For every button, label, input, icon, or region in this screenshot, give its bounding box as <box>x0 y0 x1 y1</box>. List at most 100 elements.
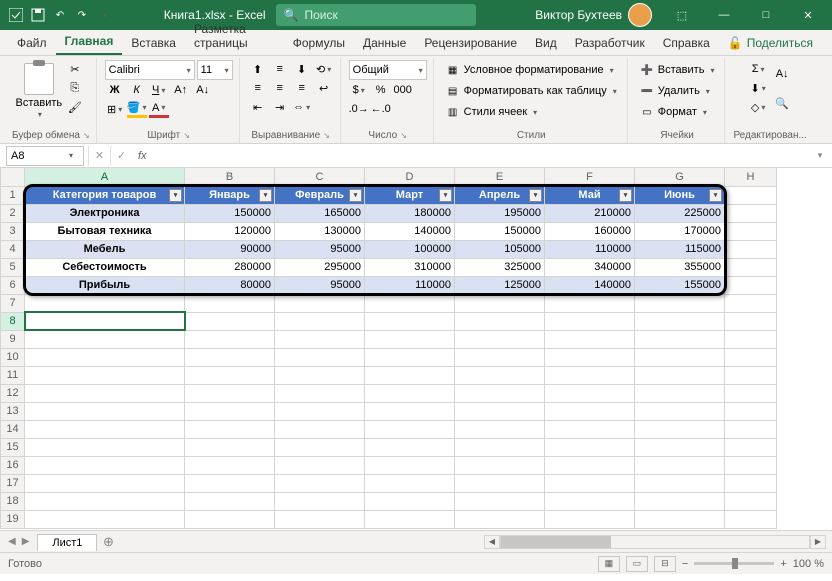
enter-formula-button[interactable]: ✓ <box>110 146 132 166</box>
row-header-7[interactable]: 7 <box>1 294 25 312</box>
row-header-12[interactable]: 12 <box>1 384 25 402</box>
font-size-combo[interactable]: ▾ <box>197 60 233 80</box>
cell-G3[interactable]: 170000 <box>635 222 725 240</box>
cell-F13[interactable] <box>545 402 635 420</box>
user-account[interactable]: Виктор Бухтеев <box>527 3 660 27</box>
bold-button[interactable]: Ж <box>105 81 125 99</box>
cell-B5[interactable]: 280000 <box>185 258 275 276</box>
cell-E9[interactable] <box>455 330 545 348</box>
sheet-tab-1[interactable]: Лист1 <box>37 534 97 551</box>
column-header-C[interactable]: C <box>275 168 365 186</box>
cell-F2[interactable]: 210000 <box>545 204 635 222</box>
tab-home[interactable]: Главная <box>56 30 123 55</box>
cell-D12[interactable] <box>365 384 455 402</box>
cell-B3[interactable]: 120000 <box>185 222 275 240</box>
cell-G18[interactable] <box>635 492 725 510</box>
cell-C13[interactable] <box>275 402 365 420</box>
normal-view-button[interactable]: ▦ <box>598 556 620 572</box>
row-header-17[interactable]: 17 <box>1 474 25 492</box>
minimize-button[interactable]: — <box>704 0 744 30</box>
italic-button[interactable]: К <box>127 81 147 99</box>
tab-view[interactable]: Вид <box>526 32 566 55</box>
cell-H11[interactable] <box>725 366 777 384</box>
cell-C4[interactable]: 95000 <box>275 240 365 258</box>
cell-B9[interactable] <box>185 330 275 348</box>
cell-H3[interactable] <box>725 222 777 240</box>
cell-H1[interactable] <box>725 186 777 204</box>
paste-button[interactable]: Вставить ▾ <box>17 60 61 122</box>
cell-H16[interactable] <box>725 456 777 474</box>
increase-decimal-button[interactable]: .0→ <box>349 100 369 118</box>
zoom-thumb[interactable] <box>732 558 738 569</box>
zoom-slider[interactable] <box>694 562 774 565</box>
scroll-left-icon[interactable]: ◀ <box>484 535 500 549</box>
cell-E6[interactable]: 125000 <box>455 276 545 294</box>
column-header-D[interactable]: D <box>365 168 455 186</box>
tab-formulas[interactable]: Формулы <box>284 32 354 55</box>
cell-D19[interactable] <box>365 510 455 528</box>
column-header-E[interactable]: E <box>455 168 545 186</box>
search-input[interactable]: 🔍 Поиск <box>276 4 476 26</box>
cell-C16[interactable] <box>275 456 365 474</box>
sheet-nav-prev-icon[interactable]: ◀ <box>8 536 16 547</box>
select-all-corner[interactable] <box>1 168 25 186</box>
page-break-view-button[interactable]: ⊟ <box>654 556 676 572</box>
cell-H9[interactable] <box>725 330 777 348</box>
row-header-2[interactable]: 2 <box>1 204 25 222</box>
cell-G6[interactable]: 155000 <box>635 276 725 294</box>
cell-G4[interactable]: 115000 <box>635 240 725 258</box>
spreadsheet-grid[interactable]: ABCDEFGH1Категория товаров▾Январь▾Феврал… <box>0 168 832 530</box>
cell-C3[interactable]: 130000 <box>275 222 365 240</box>
cell-C15[interactable] <box>275 438 365 456</box>
cell-D15[interactable] <box>365 438 455 456</box>
filter-icon[interactable]: ▾ <box>349 189 362 202</box>
cell-E5[interactable]: 325000 <box>455 258 545 276</box>
cancel-formula-button[interactable]: ✕ <box>88 146 110 166</box>
launcher-icon[interactable]: ↘ <box>400 131 407 140</box>
add-sheet-button[interactable]: ⊕ <box>97 534 119 550</box>
cell-F17[interactable] <box>545 474 635 492</box>
cell-F14[interactable] <box>545 420 635 438</box>
cell-C6[interactable]: 95000 <box>275 276 365 294</box>
name-box[interactable]: ▾ <box>6 146 84 166</box>
row-header-10[interactable]: 10 <box>1 348 25 366</box>
percent-button[interactable]: % <box>371 81 391 99</box>
cell-F11[interactable] <box>545 366 635 384</box>
column-header-G[interactable]: G <box>635 168 725 186</box>
cell-B7[interactable] <box>185 294 275 312</box>
cell-E15[interactable] <box>455 438 545 456</box>
cell-E18[interactable] <box>455 492 545 510</box>
row-header-16[interactable]: 16 <box>1 456 25 474</box>
cell-B15[interactable] <box>185 438 275 456</box>
cell-H15[interactable] <box>725 438 777 456</box>
cell-B8[interactable] <box>185 312 275 330</box>
cell-H18[interactable] <box>725 492 777 510</box>
orientation-button[interactable]: ⟲▾ <box>314 60 334 78</box>
cell-B4[interactable]: 90000 <box>185 240 275 258</box>
cell-G7[interactable] <box>635 294 725 312</box>
zoom-level[interactable]: 100 % <box>793 558 824 570</box>
cell-H13[interactable] <box>725 402 777 420</box>
tab-insert[interactable]: Вставка <box>122 32 185 55</box>
filter-icon[interactable]: ▾ <box>709 189 722 202</box>
column-header-H[interactable]: H <box>725 168 777 186</box>
cut-button[interactable]: ✂ <box>65 60 85 78</box>
cell-H17[interactable] <box>725 474 777 492</box>
autosave-icon[interactable] <box>8 7 24 23</box>
cell-F3[interactable]: 160000 <box>545 222 635 240</box>
cell-A17[interactable] <box>25 474 185 492</box>
decrease-decimal-button[interactable]: ←.0 <box>371 100 391 118</box>
format-cells-button[interactable]: ▭Формат▾ <box>636 102 719 122</box>
row-header-4[interactable]: 4 <box>1 240 25 258</box>
cell-E7[interactable] <box>455 294 545 312</box>
cell-E12[interactable] <box>455 384 545 402</box>
cell-B11[interactable] <box>185 366 275 384</box>
align-top-button[interactable]: ⬆ <box>248 60 268 78</box>
cell-A14[interactable] <box>25 420 185 438</box>
cell-F18[interactable] <box>545 492 635 510</box>
cell-D2[interactable]: 180000 <box>365 204 455 222</box>
cell-E13[interactable] <box>455 402 545 420</box>
cell-A7[interactable] <box>25 294 185 312</box>
cell-A6[interactable]: Прибыль <box>25 276 185 294</box>
row-header-18[interactable]: 18 <box>1 492 25 510</box>
